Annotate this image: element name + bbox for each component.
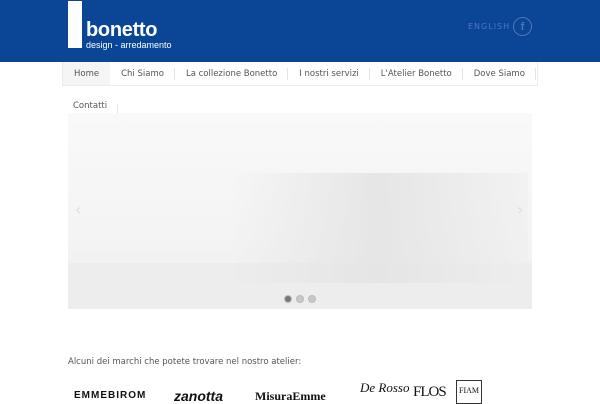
brand-logo[interactable]: De Rosso [360, 380, 409, 396]
slider-dot[interactable] [296, 295, 304, 303]
nav-item-contatti[interactable]: Contatti [62, 98, 119, 116]
chevron-right-icon[interactable]: › [517, 200, 523, 219]
chevron-left-icon[interactable]: ‹ [75, 200, 81, 219]
language-link[interactable]: ENGLISH [468, 22, 510, 31]
main-nav-row2: Contatti [62, 98, 119, 116]
logo-mark[interactable] [68, 1, 82, 48]
brand-logo[interactable]: EMMEBIROM [74, 390, 146, 401]
logo-name[interactable]: bonetto [86, 19, 158, 42]
logo-tagline: design - arredamento [86, 40, 172, 50]
brand-logo[interactable]: FIAM [456, 380, 483, 404]
nav-item-home[interactable]: Home [63, 62, 111, 85]
brand-logo[interactable]: MisuraEmme [255, 389, 326, 404]
slide-image [228, 173, 528, 283]
image-slider[interactable] [68, 113, 532, 309]
slider-dot[interactable] [284, 295, 292, 303]
slider-dots [284, 295, 316, 303]
nav-item-atelier[interactable]: L'Atelier Bonetto [370, 62, 463, 85]
header: bonetto design - arredamento ENGLISH f [0, 0, 600, 62]
facebook-icon[interactable]: f [513, 17, 532, 36]
nav-item-servizi[interactable]: I nostri servizi [288, 62, 371, 85]
nav-item-dove-siamo[interactable]: Dove Siamo [463, 62, 537, 85]
brand-logo[interactable]: FLOS [413, 384, 447, 401]
slider-dot[interactable] [308, 295, 316, 303]
brand-logo[interactable]: zanotta [174, 388, 223, 404]
nav-item-chi-siamo[interactable]: Chi Siamo [110, 62, 175, 85]
nav-item-collezione[interactable]: La collezione Bonetto [175, 62, 289, 85]
main-nav: Home Chi Siamo La collezione Bonetto I n… [62, 62, 538, 86]
brands-label: Alcuni dei marchi che potete trovare nel… [68, 357, 302, 367]
